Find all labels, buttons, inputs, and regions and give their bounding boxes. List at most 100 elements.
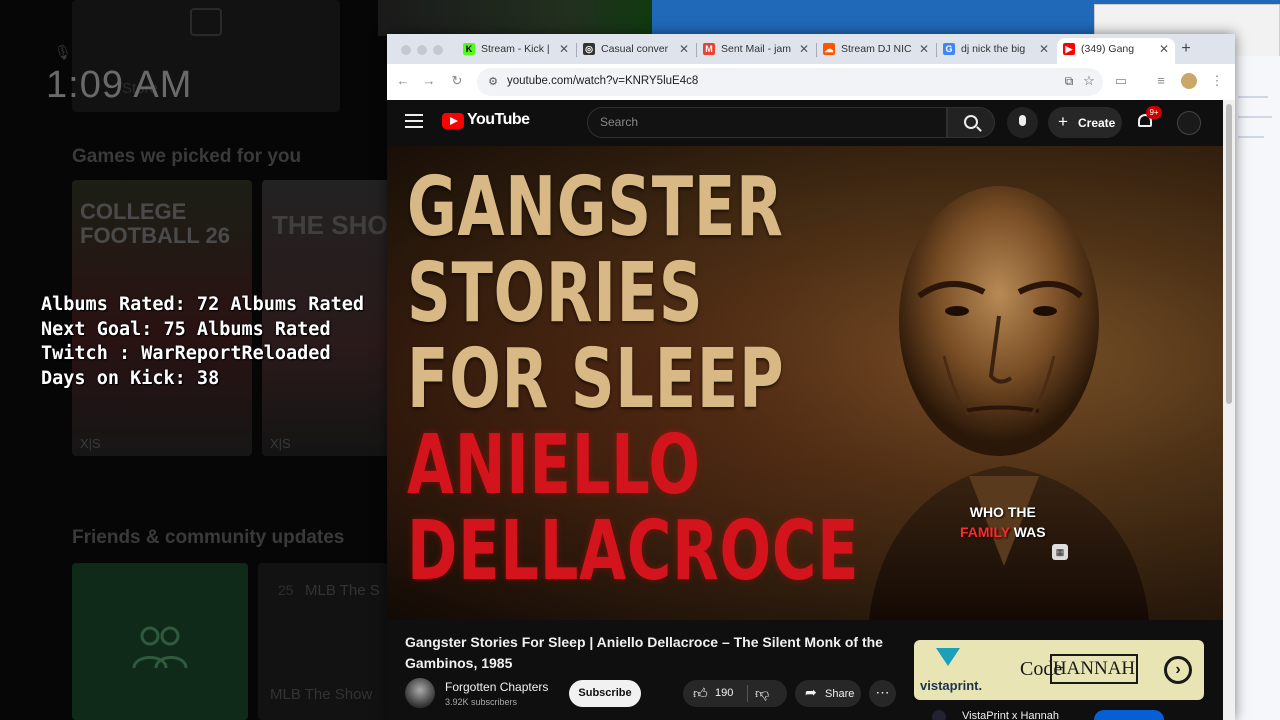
thumbs-up-icon[interactable]: 👍︎: [693, 685, 708, 702]
advertiser-name: VistaPrint x Hannah: [962, 710, 1060, 720]
overlay-albums-rated: Albums Rated: 72 Albums Rated: [41, 294, 365, 315]
notification-badge: 9+: [1146, 106, 1162, 119]
channel-avatar[interactable]: [405, 678, 435, 708]
tab-search-icon[interactable]: ≡: [1153, 73, 1169, 89]
youtube-page: YouTube Search + Create 9+ GANGSTER STOR…: [387, 100, 1223, 720]
bookmark-star-icon[interactable]: ☆: [1081, 73, 1097, 89]
overlay-twitch: Twitch : WarReportReloaded: [41, 343, 331, 365]
youtube-icon: ▶: [1063, 43, 1075, 55]
mlb-label-2: MLB The Show: [270, 686, 373, 703]
clock: 1:09 AM: [46, 64, 193, 106]
stream-overlay: Albums Rated: 72 Albums Rated Next Goal:…: [41, 293, 364, 391]
tab-close-icon[interactable]: ✕: [1159, 38, 1169, 60]
browser-tab[interactable]: ◎ Casual conver ✕: [577, 38, 695, 64]
tab-close-icon[interactable]: ✕: [1039, 38, 1049, 60]
video-title: Gangster Stories For Sleep | Aniello Del…: [405, 634, 883, 671]
video-player[interactable]: GANGSTER STORIES FOR SLEEP ANIELLO DELLA…: [387, 146, 1223, 620]
chevron-right-icon[interactable]: ›: [1164, 656, 1192, 684]
browser-menu-icon[interactable]: ⋮: [1209, 73, 1225, 89]
tab-close-icon[interactable]: ✕: [799, 38, 809, 60]
window-minimize-button[interactable]: [417, 45, 427, 55]
search-box[interactable]: Search: [587, 107, 947, 138]
kick-icon: K: [463, 43, 475, 55]
soundcloud-icon: ☁: [823, 43, 835, 55]
tab-close-icon[interactable]: ✕: [919, 38, 929, 60]
overlay-next-goal: Next Goal: 75 Albums Rated: [41, 318, 331, 340]
page-scrollbar[interactable]: [1223, 100, 1235, 720]
store-icon: [190, 8, 222, 36]
browser-tab[interactable]: ▶ (349) Gang ✕: [1057, 38, 1175, 64]
more-actions-button[interactable]: ⋯: [869, 680, 896, 707]
advertiser-icon: [932, 710, 946, 720]
tab-close-icon[interactable]: ✕: [679, 38, 689, 60]
channel-name[interactable]: Forgotten Chapters: [445, 680, 548, 694]
ad-brand: vistaprint.: [920, 678, 983, 693]
mic-muted-icon: 🎙: [54, 44, 72, 60]
tab-separator: [816, 43, 817, 57]
install-icon[interactable]: ⧉: [1061, 74, 1077, 90]
voice-search-button[interactable]: [1007, 107, 1038, 138]
hamburger-menu-icon[interactable]: [405, 114, 423, 128]
profile-avatar[interactable]: [1181, 73, 1197, 89]
site-settings-icon[interactable]: ⚙: [485, 74, 501, 90]
video-details: Gangster Stories For Sleep | Aniello Del…: [387, 620, 1223, 720]
ad-action-button[interactable]: [1094, 710, 1164, 720]
thumbs-down-icon[interactable]: 👎︎: [755, 685, 769, 702]
google-icon: G: [943, 43, 955, 55]
back-icon[interactable]: ←: [395, 73, 411, 89]
search-button[interactable]: [947, 107, 995, 138]
tab-label: dj nick the big: [961, 43, 1026, 55]
tab-label: (349) Gang: [1081, 43, 1135, 55]
tab-separator: [576, 43, 577, 57]
ad-code-value: HANNAH: [1050, 654, 1138, 684]
browser-tab[interactable]: K Stream - Kick | ✕: [457, 38, 575, 64]
notifications-button[interactable]: 9+: [1136, 106, 1162, 132]
friends-heading: Friends & community updates: [72, 527, 345, 548]
browser-tab[interactable]: Gdj nick the big ✕: [937, 38, 1055, 64]
chatgpt-icon: ◎: [583, 43, 595, 55]
scrollbar-thumb[interactable]: [1226, 104, 1232, 404]
thumbnail-name-line: DELLACROCE: [407, 504, 860, 599]
gmail-icon: M: [703, 43, 715, 55]
sponsored-ad[interactable]: vistaprint. Code HANNAH ›: [914, 640, 1204, 700]
background-window-strip: [378, 0, 652, 36]
overlay-days-on-kick: Days on Kick: 38: [41, 367, 220, 389]
tab-strip: K Stream - Kick | ✕ ◎ Casual conver ✕ M Sent Ma…: [387, 34, 1235, 64]
create-button[interactable]: + Create: [1048, 107, 1122, 138]
url-text[interactable]: youtube.com/watch?v=KNRY5luE4c8: [507, 75, 698, 87]
video-caption: WHO THE FAMILY WAS: [960, 502, 1046, 542]
browser-toolbar: ← → ↻ ⚙ youtube.com/watch?v=KNRY5luE4c8 …: [387, 64, 1235, 100]
window-close-button[interactable]: [401, 45, 411, 55]
thumbnail-title-line: STORIES: [407, 246, 704, 341]
caption-word: WAS: [1013, 524, 1046, 540]
forward-icon[interactable]: →: [421, 73, 437, 89]
like-dislike-group: 👍︎ 190 👎︎: [683, 680, 787, 707]
mlb-label: MLB The S: [305, 582, 380, 599]
mlb-number: 25: [278, 582, 294, 598]
youtube-play-icon: [442, 113, 464, 129]
caption-highlight-word: FAMILY: [960, 524, 1010, 540]
share-icon: ➦: [805, 684, 817, 700]
new-tab-button[interactable]: +: [1176, 39, 1196, 59]
tab-close-icon[interactable]: ✕: [559, 38, 569, 60]
window-maximize-button[interactable]: [433, 45, 443, 55]
youtube-header: YouTube Search + Create 9+: [387, 100, 1223, 146]
browser-tab[interactable]: ☁ Stream DJ NIC ✕: [817, 38, 935, 64]
vistaprint-logo-icon: [936, 648, 960, 666]
caption-line: WHO THE: [969, 504, 1036, 520]
youtube-logo-text: YouTube: [467, 111, 530, 128]
like-count[interactable]: 190: [715, 687, 733, 699]
address-bar[interactable]: ⚙ youtube.com/watch?v=KNRY5luE4c8 ⧉ ☆: [477, 68, 1103, 96]
reload-icon[interactable]: ↻: [449, 73, 465, 89]
account-avatar[interactable]: [1177, 111, 1201, 135]
caption-emoji-icon: ▦: [1052, 544, 1068, 560]
search-input[interactable]: Search: [600, 115, 638, 129]
tab-label: Stream - Kick |: [481, 43, 550, 55]
microphone-icon: [1019, 115, 1026, 126]
share-button[interactable]: ➦ Share: [795, 680, 861, 707]
subscribe-button[interactable]: Subscribe: [569, 680, 641, 707]
ad-info-row: VistaPrint x Hannah: [914, 704, 1204, 720]
background-window-edge: [1234, 56, 1280, 720]
browser-tab[interactable]: M Sent Mail - jam ✕: [697, 38, 815, 64]
reading-list-icon[interactable]: ▭: [1113, 73, 1129, 89]
